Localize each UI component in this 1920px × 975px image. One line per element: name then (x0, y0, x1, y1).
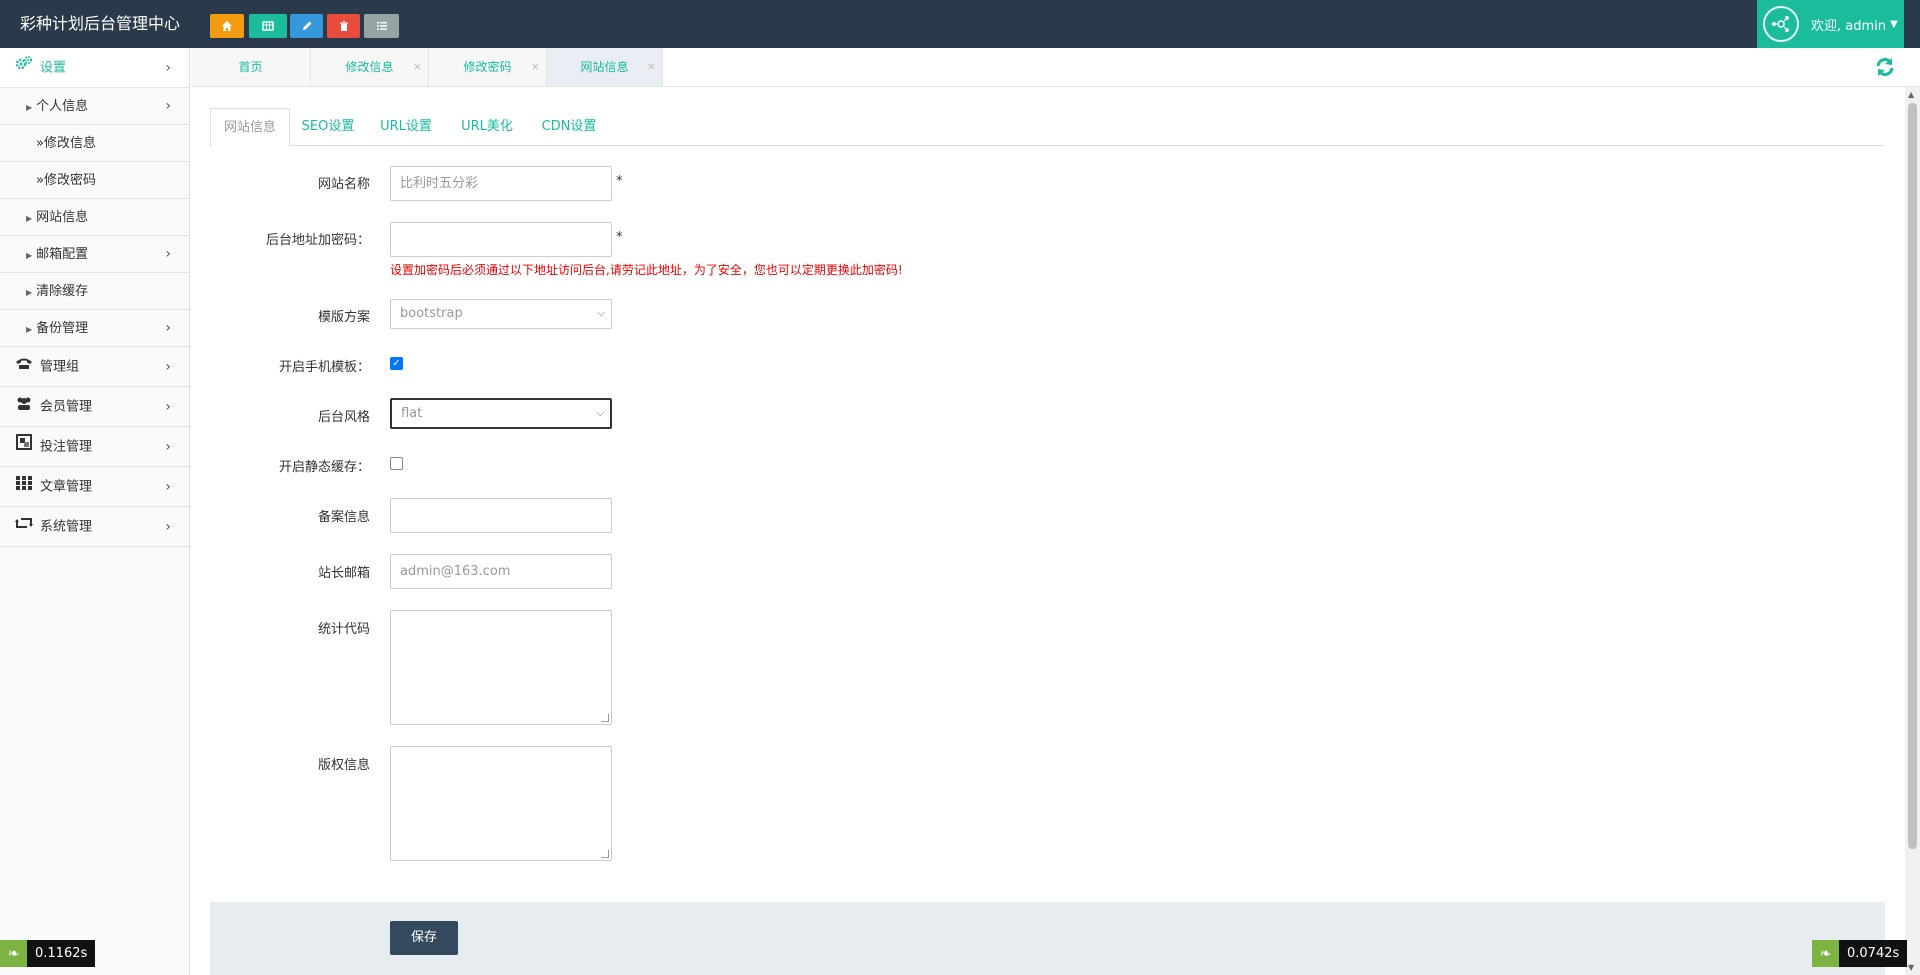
admin-password-label: 后台地址加密码： (265, 233, 370, 248)
sidebar-sub-personal[interactable]: ▶ 个人信息 › (0, 88, 189, 125)
admin-style-select[interactable]: flat ⌵ (390, 398, 612, 429)
template-label: 模版方案 (317, 310, 370, 325)
admin-email-input[interactable]: admin@163.com (390, 554, 612, 589)
admin-password-warning: 设置加密码后必须通过以下地址访问后台,请劳记此地址，为了安全，您也可以定期更换此… (390, 263, 903, 277)
copyright-textarea[interactable] (390, 746, 612, 861)
resize-grip-icon[interactable] (601, 714, 609, 722)
sidebar-item-label: 管理组 (40, 359, 80, 375)
chevron-right-icon: › (165, 519, 171, 535)
triangle-right-icon: ▶ (26, 251, 33, 260)
stats-code-label: 统计代码 (317, 622, 370, 637)
sidebar-item-bets[interactable]: 投注管理 › (0, 427, 189, 467)
chevron-down-icon: ⌵ (596, 408, 604, 419)
site-name-label: 网站名称 (317, 177, 370, 192)
sidebar: 设置 › ▶ 个人信息 › »修改信息 »修改密码 ▶ 网站信息 ▶ 邮箱配置 › ▶… (0, 48, 190, 975)
scroll-down-icon[interactable]: ▼ (1908, 963, 1914, 972)
site-settings-form: 网站名称 比利时五分彩 * 后台地址加密码： * 设置加密码后必须通过以下地址访… (210, 0, 1885, 975)
timer-value: 0.1162s (27, 940, 96, 967)
leaf-icon: ❧ (1812, 940, 1839, 967)
chevron-right-icon: › (165, 320, 171, 336)
template-select-value: bootstrap (400, 306, 463, 321)
sidebar-sub-label: 邮箱配置 (36, 247, 89, 262)
admin-style-select-value: flat (401, 406, 423, 421)
copyright-label: 版权信息 (317, 758, 370, 773)
mobile-template-checkbox[interactable]: ✓ (390, 357, 403, 370)
static-cache-label: 开启静态缓存： (278, 460, 370, 475)
sidebar-item-label: 文章管理 (40, 479, 93, 495)
gears-icon (14, 48, 34, 88)
required-mark: * (616, 174, 623, 189)
sidebar-sub-clear-cache[interactable]: ▶ 清除缓存 (0, 273, 189, 310)
page-timer-left: ❧ 0.1162s (0, 940, 96, 967)
sidebar-item-system[interactable]: 系统管理 › (0, 507, 189, 547)
grid-icon (14, 467, 34, 507)
retweet-icon (14, 507, 34, 547)
stats-code-textarea[interactable] (390, 610, 612, 725)
leaf-icon: ❧ (0, 940, 27, 967)
triangle-right-icon: ▶ (26, 214, 33, 223)
chevron-right-icon: › (165, 60, 171, 76)
caret-down-icon: ▼ (1890, 18, 1898, 30)
scrollbar-thumb[interactable] (1908, 103, 1917, 849)
site-name-input[interactable]: 比利时五分彩 (390, 166, 612, 201)
phone-icon (14, 347, 34, 387)
admin-style-label: 后台风格 (317, 410, 370, 425)
form-footer: 保存 (210, 902, 1885, 975)
sidebar-link-edit-info[interactable]: »修改信息 (0, 125, 189, 162)
save-button[interactable]: 保存 (390, 921, 458, 955)
sidebar-sub-mail-config[interactable]: ▶ 邮箱配置 › (0, 236, 189, 273)
resize-grip-icon[interactable] (601, 850, 609, 858)
mobile-template-label: 开启手机模板： (278, 360, 370, 375)
blocks-icon (14, 427, 34, 467)
sidebar-item-label: 设置 (40, 60, 67, 76)
chevron-right-icon: › (165, 246, 171, 262)
users-icon (14, 387, 34, 427)
app-title: 彩种计划后台管理中心 (20, 14, 181, 33)
sidebar-item-admin-group[interactable]: 管理组 › (0, 347, 189, 387)
triangle-right-icon: ▶ (26, 325, 33, 334)
triangle-right-icon: ▶ (26, 288, 33, 297)
chevron-right-icon: › (165, 359, 171, 375)
admin-email-label: 站长邮箱 (317, 566, 370, 581)
sidebar-sub-label: 清除缓存 (36, 284, 89, 299)
icp-label: 备案信息 (317, 510, 370, 525)
sidebar-item-label: 系统管理 (40, 519, 93, 535)
sidebar-item-members[interactable]: 会员管理 › (0, 387, 189, 427)
triangle-right-icon: ▶ (26, 103, 33, 112)
chevron-right-icon: › (165, 98, 171, 114)
static-cache-checkbox[interactable] (390, 457, 403, 470)
sidebar-sub-label: 备份管理 (36, 321, 89, 336)
timer-value: 0.0742s (1839, 940, 1908, 967)
chevron-down-icon: ⌵ (597, 308, 605, 319)
chevron-right-icon: › (165, 399, 171, 415)
required-mark: * (616, 230, 623, 245)
sidebar-sub-site-info[interactable]: ▶ 网站信息 (0, 199, 189, 236)
chevron-right-icon: › (165, 479, 171, 495)
sidebar-sub-backup[interactable]: ▶ 备份管理 › (0, 310, 189, 347)
sidebar-item-settings[interactable]: 设置 › (0, 48, 189, 88)
sidebar-sub-label: 个人信息 (36, 99, 89, 114)
sidebar-item-articles[interactable]: 文章管理 › (0, 467, 189, 507)
template-select[interactable]: bootstrap ⌵ (390, 299, 612, 329)
page-timer-right: ❧ 0.0742s (1812, 940, 1908, 967)
sidebar-item-label: 投注管理 (40, 439, 93, 455)
admin-password-input[interactable] (390, 222, 612, 257)
scroll-up-icon[interactable]: ▲ (1908, 90, 1914, 99)
chevron-right-icon: › (165, 439, 171, 455)
scrollbar[interactable]: ▲ ▼ (1905, 87, 1920, 975)
icp-input[interactable] (390, 498, 612, 533)
sidebar-sub-label: 网站信息 (36, 210, 89, 225)
sidebar-link-edit-password[interactable]: »修改密码 (0, 162, 189, 199)
sidebar-item-label: 会员管理 (40, 399, 93, 415)
